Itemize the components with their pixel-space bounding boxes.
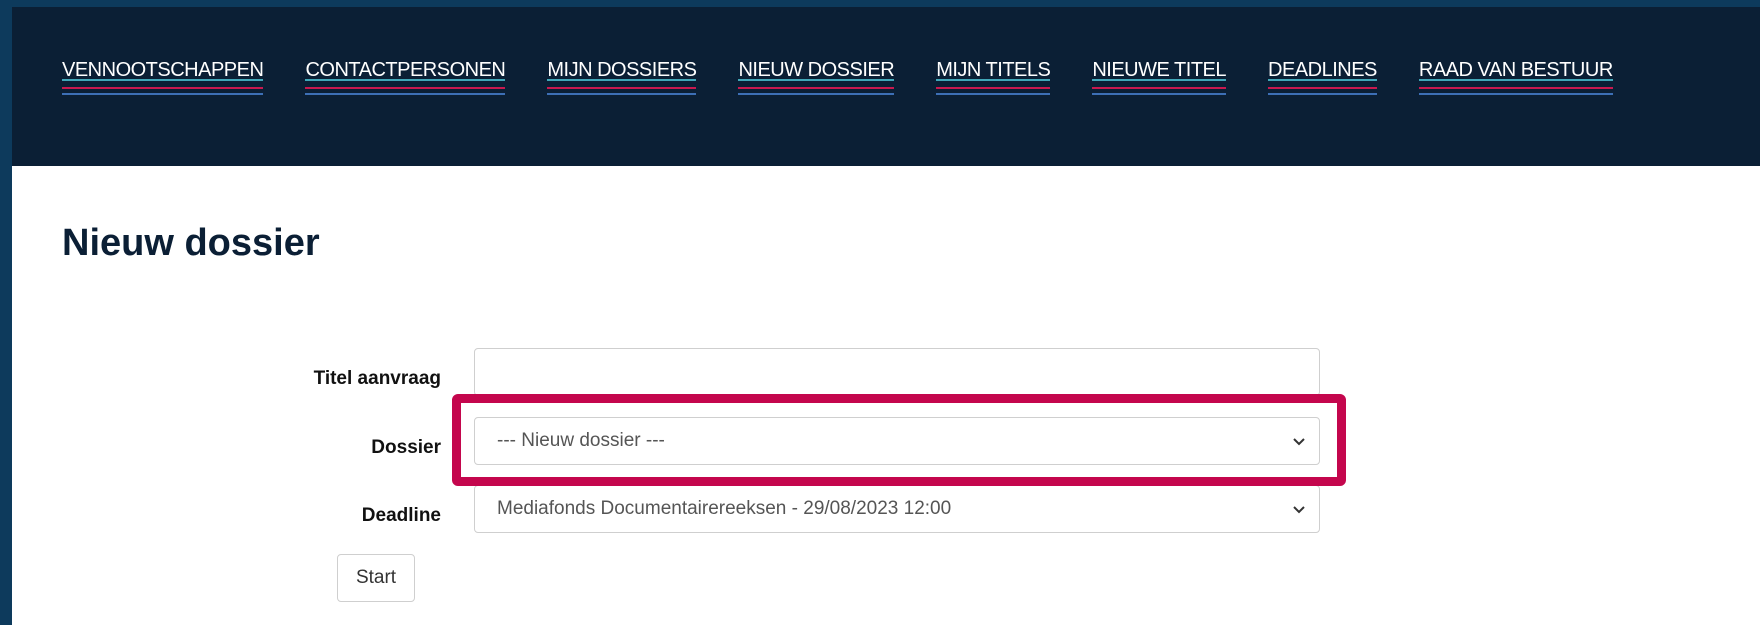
nav-item: NIEUW DOSSIER [738,58,895,96]
nav-underline [936,79,1051,96]
app-window: VENNOOTSCHAPPEN CONTACTPERSONEN MIJN DOS… [12,7,1760,625]
nav-link-label: DEADLINES [1268,59,1377,81]
page-title: Nieuw dossier [62,222,320,264]
chevron-down-icon [1293,438,1305,446]
nav-underline [1418,79,1613,96]
titel-aanvraag-label: Titel aanvraag [313,368,441,389]
top-navigation: VENNOOTSCHAPPEN CONTACTPERSONEN MIJN DOS… [12,7,1760,166]
nav-underline [738,79,895,96]
nav-link-vennootschappen[interactable]: VENNOOTSCHAPPEN [62,58,264,96]
nav-underline [305,79,506,96]
titel-aanvraag-input[interactable] [474,348,1320,396]
nav-link-label: NIEUW DOSSIER [738,59,895,81]
nav-item: NIEUWE TITEL [1092,58,1226,96]
dossier-label: Dossier [371,437,441,458]
nav-link-label: MIJN DOSSIERS [547,59,697,81]
nav-link-label: NIEUWE TITEL [1092,59,1226,81]
nav-link-nieuw-dossier[interactable]: NIEUW DOSSIER [738,58,895,96]
nav-link-mijn-dossiers[interactable]: MIJN DOSSIERS [547,58,697,96]
nav-link-label: CONTACTPERSONEN [305,59,506,81]
deadline-select[interactable]: Mediafonds Documentairereeksen - 29/08/2… [474,485,1320,533]
nav-item: DEADLINES [1268,58,1377,96]
nav-link-nieuwe-titel[interactable]: NIEUWE TITEL [1092,58,1226,96]
nav-item: RAAD VAN BESTUUR [1418,58,1613,96]
nav-underline [1268,79,1377,96]
start-button[interactable]: Start [337,554,415,602]
nav-item: MIJN DOSSIERS [547,58,697,96]
nav-item: MIJN TITELS [936,58,1051,96]
nav-menu: VENNOOTSCHAPPEN CONTACTPERSONEN MIJN DOS… [62,58,1655,96]
nav-underline [62,79,264,96]
nav-link-mijn-titels[interactable]: MIJN TITELS [936,58,1051,96]
nav-link-raad-van-bestuur[interactable]: RAAD VAN BESTUUR [1418,58,1613,96]
nav-link-contactpersonen[interactable]: CONTACTPERSONEN [305,58,506,96]
nav-link-label: VENNOOTSCHAPPEN [62,59,264,81]
nav-link-label: MIJN TITELS [936,59,1051,81]
nav-underline [1092,79,1226,96]
nav-link-label: RAAD VAN BESTUUR [1418,59,1613,81]
chevron-down-icon [1293,506,1305,514]
nav-underline [547,79,697,96]
dossier-select[interactable]: --- Nieuw dossier --- [474,417,1320,465]
nav-item: CONTACTPERSONEN [305,58,506,96]
nav-link-deadlines[interactable]: DEADLINES [1268,58,1377,96]
deadline-label: Deadline [361,505,441,526]
nav-item: VENNOOTSCHAPPEN [62,58,264,96]
dossier-selected-value: --- Nieuw dossier --- [497,430,665,451]
deadline-selected-value: Mediafonds Documentairereeksen - 29/08/2… [497,498,952,519]
